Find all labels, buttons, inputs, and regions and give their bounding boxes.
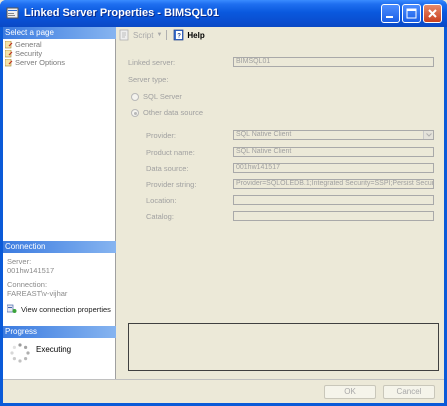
connection-properties-icon [7,304,17,313]
linked-server-field[interactable]: BIMSQL01 [233,57,434,67]
provider-value: SQL Native Client [236,131,292,138]
properties-icon [6,7,19,19]
maximize-button[interactable] [402,4,421,23]
connection-label: Connection: [7,280,48,289]
radio-icon [131,92,139,101]
message-panel [128,323,439,371]
right-pane: Script ▼ ? Help Linked server: BIMSQL01 … [117,27,444,379]
other-data-source-radio[interactable]: Other data source [131,108,203,117]
chevron-down-icon: ▼ [156,32,163,38]
left-pane: Select a page General Security Server Op… [3,27,116,379]
page-item-label: General [15,40,42,49]
page-item-security[interactable]: Security [5,49,42,58]
connection-header: Connection [3,241,116,253]
provider-string-field[interactable]: Provider=SQLOLEDB.1;Integrated Security=… [233,179,434,189]
script-button[interactable]: Script ▼ [119,29,162,41]
help-icon: ? [174,29,184,41]
toolbar: Script ▼ ? Help [117,28,444,42]
other-data-source-radio-label: Other data source [143,108,204,117]
product-name-field[interactable]: SQL Native Client [233,147,434,157]
catalog-field[interactable] [233,211,434,221]
close-icon [428,9,437,18]
toolbar-separator [166,30,168,40]
page-item-label: Server Options [15,58,66,67]
linked-server-label: Linked server: [128,58,176,67]
help-button[interactable]: ? Help [173,29,205,41]
close-button[interactable] [423,4,442,23]
provider-label: Provider: [146,131,177,140]
connection-value: FAREAST\v-vijhar [7,289,68,298]
server-value: 001hw141517 [7,266,55,275]
server-type-label: Server type: [128,75,169,84]
script-icon [119,29,129,41]
minimize-button[interactable] [381,4,400,23]
progress-header: Progress [3,326,116,338]
title-bar[interactable]: Linked Server Properties - BIMSQL01 [0,0,447,27]
minimize-icon [386,16,393,18]
radio-selected-icon [131,108,139,117]
server-label: Server: [7,257,32,266]
help-label: Help [187,30,205,40]
page-icon [5,58,13,66]
page-item-server-options[interactable]: Server Options [5,58,65,67]
location-field[interactable] [233,195,434,205]
page-item-general[interactable]: General [5,40,42,49]
chevron-down-icon [423,131,433,139]
page-icon [5,40,13,48]
spinner-icon [10,343,30,363]
sql-server-radio-label: SQL Server [143,92,182,101]
view-connection-properties-link[interactable]: View connection properties [7,304,111,314]
select-page-header: Select a page [3,27,116,39]
sql-server-radio[interactable]: SQL Server [131,92,182,101]
page-icon [5,49,13,57]
maximize-icon [406,8,417,19]
provider-select[interactable]: SQL Native Client [233,130,434,140]
location-label: Location: [146,196,177,205]
properties-window: Linked Server Properties - BIMSQL01 Sele… [0,0,447,406]
progress-status: Executing [9,342,71,364]
svg-text:?: ? [178,34,182,40]
script-label: Script [133,30,154,40]
button-bar: OK Cancel [3,379,444,403]
cancel-button[interactable]: Cancel [383,385,435,399]
page-item-label: Security [15,49,43,58]
ok-button[interactable]: OK [324,385,376,399]
data-source-field[interactable]: 001hw141517 [233,163,434,173]
view-connection-properties-label: View connection properties [21,304,111,314]
data-source-label: Data source: [146,164,189,173]
provider-string-label: Provider string: [146,180,197,189]
product-name-label: Product name: [146,148,195,157]
dialog-body: Select a page General Security Server Op… [3,27,444,403]
window-title: Linked Server Properties - BIMSQL01 [24,7,220,19]
catalog-label: Catalog: [146,212,174,221]
progress-status-label: Executing [36,344,72,354]
